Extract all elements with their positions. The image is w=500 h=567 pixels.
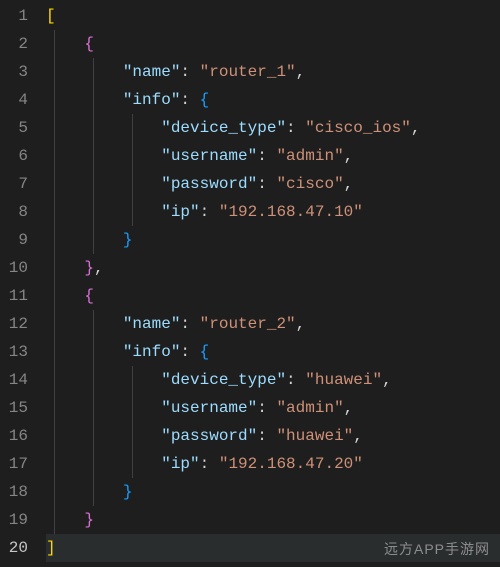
line-number: 7 bbox=[0, 170, 28, 198]
line-number: 11 bbox=[0, 282, 28, 310]
brace-close: } bbox=[123, 483, 133, 501]
code-line[interactable]: } bbox=[46, 478, 500, 506]
line-number: 13 bbox=[0, 338, 28, 366]
brace-open: { bbox=[84, 35, 94, 53]
json-key: "name" bbox=[123, 315, 181, 333]
json-key: "password" bbox=[161, 175, 257, 193]
json-key: "device_type" bbox=[161, 119, 286, 137]
line-number: 14 bbox=[0, 366, 28, 394]
code-line[interactable]: "username": "admin", bbox=[46, 142, 500, 170]
code-line[interactable]: ] bbox=[46, 534, 500, 562]
json-key: "name" bbox=[123, 63, 181, 81]
json-string: "admin" bbox=[276, 147, 343, 165]
json-key: "ip" bbox=[161, 455, 199, 473]
code-line[interactable]: "password": "cisco", bbox=[46, 170, 500, 198]
line-number: 10 bbox=[0, 254, 28, 282]
code-editor[interactable]: 1 2 3 4 5 6 7 8 9 10 11 12 13 14 15 16 1… bbox=[0, 0, 500, 567]
json-key: "ip" bbox=[161, 203, 199, 221]
line-number: 2 bbox=[0, 30, 28, 58]
code-line[interactable]: [ bbox=[46, 2, 500, 30]
line-number: 15 bbox=[0, 394, 28, 422]
code-line[interactable]: { bbox=[46, 282, 500, 310]
line-number: 18 bbox=[0, 478, 28, 506]
code-line[interactable]: } bbox=[46, 506, 500, 534]
code-line[interactable]: "ip": "192.168.47.20" bbox=[46, 450, 500, 478]
code-line[interactable]: }, bbox=[46, 254, 500, 282]
brace-open: { bbox=[200, 343, 210, 361]
json-string: "router_2" bbox=[200, 315, 296, 333]
json-string: "192.168.47.20" bbox=[219, 455, 363, 473]
line-number: 16 bbox=[0, 422, 28, 450]
bracket-open: [ bbox=[46, 7, 56, 25]
line-number: 5 bbox=[0, 114, 28, 142]
json-key: "info" bbox=[123, 343, 181, 361]
json-key: "device_type" bbox=[161, 371, 286, 389]
json-string: "admin" bbox=[276, 399, 343, 417]
line-number-gutter: 1 2 3 4 5 6 7 8 9 10 11 12 13 14 15 16 1… bbox=[0, 0, 42, 567]
code-line[interactable]: "name": "router_2", bbox=[46, 310, 500, 338]
line-number: 9 bbox=[0, 226, 28, 254]
line-number: 6 bbox=[0, 142, 28, 170]
code-line[interactable]: "username": "admin", bbox=[46, 394, 500, 422]
json-string: "cisco" bbox=[276, 175, 343, 193]
line-number: 19 bbox=[0, 506, 28, 534]
json-key: "password" bbox=[161, 427, 257, 445]
line-number: 12 bbox=[0, 310, 28, 338]
brace-close: } bbox=[123, 231, 133, 249]
json-key: "info" bbox=[123, 91, 181, 109]
line-number: 20 bbox=[0, 534, 28, 562]
json-key: "username" bbox=[161, 399, 257, 417]
code-line[interactable]: { bbox=[46, 30, 500, 58]
code-line[interactable]: "device_type": "huawei", bbox=[46, 366, 500, 394]
json-string: "huawei" bbox=[276, 427, 353, 445]
brace-close: } bbox=[84, 259, 94, 277]
code-line[interactable]: "device_type": "cisco_ios", bbox=[46, 114, 500, 142]
line-number: 17 bbox=[0, 450, 28, 478]
json-string: "192.168.47.10" bbox=[219, 203, 363, 221]
json-string: "huawei" bbox=[305, 371, 382, 389]
code-line[interactable]: "info": { bbox=[46, 86, 500, 114]
line-number: 3 bbox=[0, 58, 28, 86]
line-number: 8 bbox=[0, 198, 28, 226]
code-line[interactable]: "info": { bbox=[46, 338, 500, 366]
code-line[interactable]: "ip": "192.168.47.10" bbox=[46, 198, 500, 226]
code-line[interactable]: "name": "router_1", bbox=[46, 58, 500, 86]
brace-close: } bbox=[84, 511, 94, 529]
json-key: "username" bbox=[161, 147, 257, 165]
line-number: 1 bbox=[0, 2, 28, 30]
code-line[interactable]: "password": "huawei", bbox=[46, 422, 500, 450]
code-area[interactable]: [ { "name": "router_1", "info": { "devic… bbox=[42, 0, 500, 567]
brace-open: { bbox=[200, 91, 210, 109]
bracket-close: ] bbox=[46, 539, 56, 557]
code-line[interactable]: } bbox=[46, 226, 500, 254]
brace-open: { bbox=[84, 287, 94, 305]
json-string: "cisco_ios" bbox=[305, 119, 411, 137]
line-number: 4 bbox=[0, 86, 28, 114]
json-string: "router_1" bbox=[200, 63, 296, 81]
